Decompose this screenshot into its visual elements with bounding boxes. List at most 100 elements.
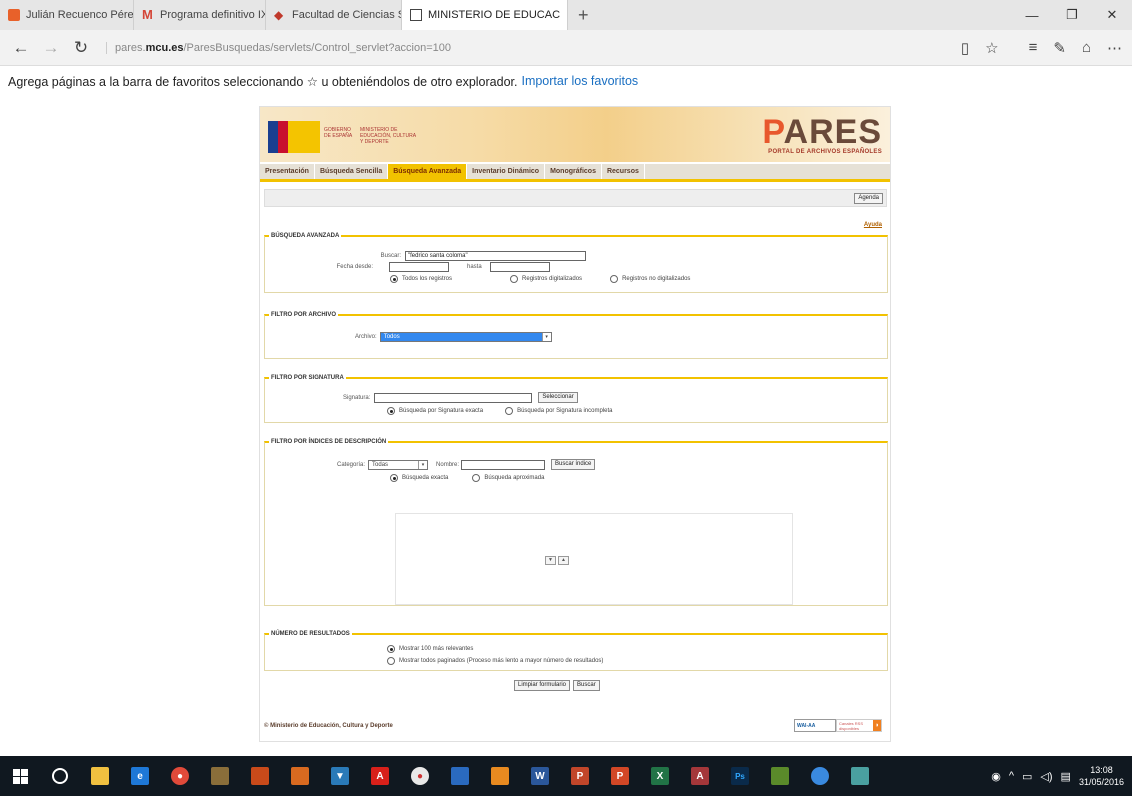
url-domain: mcu.es	[145, 41, 184, 54]
nav-busqueda-sencilla[interactable]: Búsqueda Sencilla	[315, 164, 389, 179]
network-icon[interactable]: ▭	[1022, 770, 1032, 783]
taskbar-app[interactable]	[440, 756, 480, 796]
close-window-icon[interactable]: ✕	[1092, 0, 1132, 30]
forward-arrow-icon[interactable]: →	[36, 38, 66, 58]
taskbar-app[interactable]: e	[120, 756, 160, 796]
taskbar-app[interactable]	[280, 756, 320, 796]
taskbar-app[interactable]	[840, 756, 880, 796]
categoria-select[interactable]: Todas ▾	[368, 459, 429, 470]
start-button[interactable]	[0, 756, 40, 796]
url-field[interactable]: pares.mcu.es/ParesBusquedas/servlets/Con…	[106, 41, 451, 54]
favorites-message: Agrega páginas a la barra de favoritos s…	[8, 74, 518, 89]
notifications-icon[interactable]: ▤	[1061, 770, 1071, 783]
taskbar-app[interactable]: W	[520, 756, 560, 796]
page-icon	[410, 9, 422, 21]
buscar-indice-button[interactable]: Buscar índice	[551, 459, 596, 470]
browser-tab-1[interactable]: Julián Recuenco Pérez, histc	[0, 0, 134, 30]
rss-icon: ◗	[873, 720, 881, 731]
radio-registros-digitalizados[interactable]	[510, 275, 519, 283]
taskbar-app[interactable]	[200, 756, 240, 796]
header-banner: GOBIERNO DE ESPAÑA MINISTERIO DE EDUCACI…	[260, 107, 890, 162]
nav-monograficos[interactable]: Monográficos	[545, 164, 602, 179]
reading-view-icon[interactable]: ▯	[961, 39, 969, 57]
archivo-select[interactable]: Todos ▾	[379, 332, 552, 342]
radio-signatura-incompleta[interactable]	[505, 407, 514, 415]
taskbar-app[interactable]	[80, 756, 120, 796]
indices-results-list[interactable]	[395, 513, 793, 605]
tab-title: MINISTERIO DE EDUCAC	[428, 9, 561, 21]
photoshop-icon: Ps	[731, 767, 749, 785]
filtro-archivo-section: FILTRO POR ARCHIVO Archivo: Todos ▾	[264, 311, 888, 359]
taskbar-app[interactable]: X	[640, 756, 680, 796]
volume-icon[interactable]: ◁)	[1040, 770, 1052, 783]
refresh-icon[interactable]: ↻	[66, 38, 96, 58]
taskbar-app[interactable]	[240, 756, 280, 796]
radio-registros-no-digitalizados[interactable]	[610, 275, 619, 283]
taskbar-app[interactable]	[760, 756, 800, 796]
taskbar-app[interactable]: P	[600, 756, 640, 796]
signatura-input[interactable]	[374, 392, 533, 403]
back-arrow-icon[interactable]: ←	[6, 38, 36, 58]
minimize-icon[interactable]: —	[1012, 0, 1052, 30]
new-tab-icon[interactable]: +	[568, 5, 599, 26]
nav-recursos[interactable]: Recursos	[602, 164, 645, 179]
nombre-input[interactable]	[461, 459, 546, 470]
favorite-star-icon[interactable]: ☆	[985, 39, 998, 57]
ayuda-link[interactable]: Ayuda	[864, 222, 882, 228]
share-icon[interactable]: ⌂	[1082, 39, 1091, 57]
seleccionar-button[interactable]: Seleccionar	[538, 392, 578, 403]
pares-page: GOBIERNO DE ESPAÑA MINISTERIO DE EDUCACI…	[259, 106, 891, 742]
wai-aa-badge[interactable]: WAI-AA	[794, 719, 836, 732]
tab-title: Programa definitivo IX Jorn	[160, 9, 265, 21]
archivo-label: Archivo:	[355, 334, 377, 340]
pares-logo[interactable]: PARES PORTAL DE ARCHIVOS ESPAÑOLES	[732, 115, 882, 159]
option-label: Registros digitalizados	[522, 276, 583, 282]
move-down-icon[interactable]: ▼	[545, 556, 556, 565]
limpiar-formulario-button[interactable]: Limpiar formulario	[514, 680, 571, 691]
radio-signatura-exacta[interactable]	[387, 407, 395, 415]
browser-tab-2[interactable]: M Programa definitivo IX Jorn	[134, 0, 266, 30]
move-up-icon[interactable]: ▲	[558, 556, 569, 565]
nav-busqueda-avanzada[interactable]: Búsqueda Avanzada	[388, 164, 468, 179]
app-icon	[491, 767, 509, 785]
clock[interactable]: 13:08 31/05/2016	[1079, 764, 1124, 788]
radio-busqueda-aproximada[interactable]	[472, 474, 481, 482]
web-note-icon[interactable]: ✎	[1053, 39, 1066, 57]
fecha-desde-label: Fecha desde:	[336, 264, 373, 270]
option-label: Búsqueda exacta	[402, 475, 449, 481]
taskbar-app[interactable]: P	[560, 756, 600, 796]
taskbar-app[interactable]	[800, 756, 840, 796]
rss-badge[interactable]: Canales RSS disponibles ◗	[836, 719, 882, 732]
browser-tab-3[interactable]: ◆ Facultad de Ciencias Sociale	[266, 0, 402, 30]
buscar-button[interactable]: Buscar	[573, 680, 600, 691]
nav-inventario-dinamico[interactable]: Inventario Dinámico	[467, 164, 546, 179]
more-icon[interactable]: ⋯	[1107, 39, 1122, 57]
taskbar-app[interactable]: ●	[160, 756, 200, 796]
radio-mostrar-100[interactable]	[387, 645, 395, 653]
restore-icon[interactable]: ❐	[1052, 0, 1092, 30]
numero-resultados-section: NÚMERO DE RESULTADOS Mostrar 100 más rel…	[264, 630, 888, 671]
red-diamond-icon: ◆	[274, 8, 284, 22]
radio-mostrar-todos[interactable]	[387, 657, 395, 665]
browser-tab-4-active[interactable]: MINISTERIO DE EDUCAC ✕	[402, 0, 568, 30]
section-legend: NÚMERO DE RESULTADOS	[269, 630, 352, 638]
cortana-button[interactable]	[40, 756, 80, 796]
taskbar-app[interactable]: Ps	[720, 756, 760, 796]
taskbar-app[interactable]: ●	[400, 756, 440, 796]
taskbar-app[interactable]	[480, 756, 520, 796]
taskbar-app[interactable]: A	[360, 756, 400, 796]
radio-todos-registros[interactable]	[390, 275, 398, 283]
taskbar-app[interactable]: A	[680, 756, 720, 796]
import-favorites-link[interactable]: Importar los favoritos	[521, 74, 638, 88]
fecha-hasta-input[interactable]	[489, 262, 550, 272]
app-icon	[451, 767, 469, 785]
chevron-up-icon[interactable]: ^	[1009, 770, 1014, 782]
nav-presentacion[interactable]: Presentación	[260, 164, 315, 179]
app-tray-icon[interactable]: ◉	[991, 770, 1001, 783]
agenda-button[interactable]: Agenda	[854, 193, 883, 204]
radio-busqueda-exacta[interactable]	[390, 474, 398, 482]
taskbar-app[interactable]: ▼	[320, 756, 360, 796]
hub-icon[interactable]: ≡	[1029, 39, 1038, 57]
buscar-input[interactable]: "fedrico santa coloma"	[405, 251, 586, 261]
fecha-desde-input[interactable]	[389, 262, 449, 272]
